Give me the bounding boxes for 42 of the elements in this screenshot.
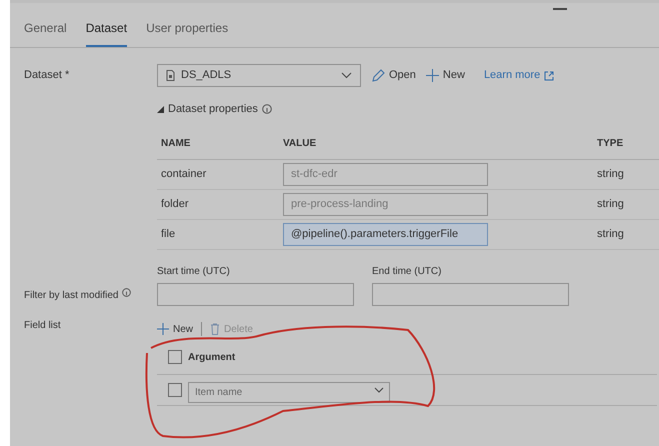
chevron-down-icon bbox=[341, 72, 352, 79]
column-header: Argument bbox=[188, 350, 236, 364]
checkbox[interactable] bbox=[168, 382, 182, 396]
end-time-field[interactable] bbox=[372, 282, 569, 306]
value-field[interactable]: @pipeline().parameters.triggerFile bbox=[283, 222, 488, 246]
table-cell-text: folder bbox=[160, 196, 190, 212]
column-header: TYPE bbox=[597, 136, 624, 150]
new-button[interactable]: New bbox=[426, 67, 465, 84]
new-button[interactable]: New bbox=[157, 322, 194, 336]
column-header: NAME bbox=[160, 136, 192, 150]
table-cell-text: string bbox=[597, 196, 625, 212]
pencil-icon bbox=[371, 68, 385, 82]
tab[interactable]: User properties bbox=[146, 19, 228, 47]
plus-icon bbox=[157, 323, 169, 335]
tab[interactable]: General bbox=[24, 19, 67, 47]
info-icon bbox=[122, 288, 132, 296]
file-icon bbox=[166, 70, 175, 81]
start-time-field[interactable] bbox=[157, 282, 354, 306]
tab[interactable]: Dataset bbox=[86, 19, 128, 47]
section-title: Dataset properties bbox=[168, 102, 258, 117]
chevron-down-icon bbox=[374, 387, 384, 393]
field-label: Filter by last modified bbox=[24, 288, 118, 302]
open-button[interactable]: Open bbox=[371, 67, 416, 84]
value-field[interactable]: st-dfc-edr bbox=[283, 162, 488, 186]
table-cell-text: string bbox=[597, 166, 625, 182]
item-name-dropdown[interactable]: Item name bbox=[188, 382, 390, 403]
info-icon bbox=[262, 104, 272, 114]
field-label: Dataset * bbox=[24, 68, 70, 84]
value-field[interactable]: pre-process-landing bbox=[283, 192, 488, 216]
field-label: End time (UTC) bbox=[372, 264, 442, 278]
table-cell-text: string bbox=[597, 226, 625, 242]
column-header: VALUE bbox=[283, 136, 318, 150]
plus-icon bbox=[426, 69, 439, 82]
checkbox[interactable] bbox=[168, 350, 182, 364]
external-link-icon bbox=[544, 70, 554, 80]
dataset-dropdown[interactable]: DS_ADLS bbox=[157, 64, 361, 87]
trash-icon bbox=[210, 323, 220, 335]
field-label: Field list bbox=[24, 318, 62, 332]
table-cell-text: file bbox=[160, 226, 176, 242]
field-label: Start time (UTC) bbox=[157, 264, 231, 278]
table-cell-text: container bbox=[160, 166, 208, 182]
expand-triangle-icon[interactable] bbox=[157, 106, 164, 113]
